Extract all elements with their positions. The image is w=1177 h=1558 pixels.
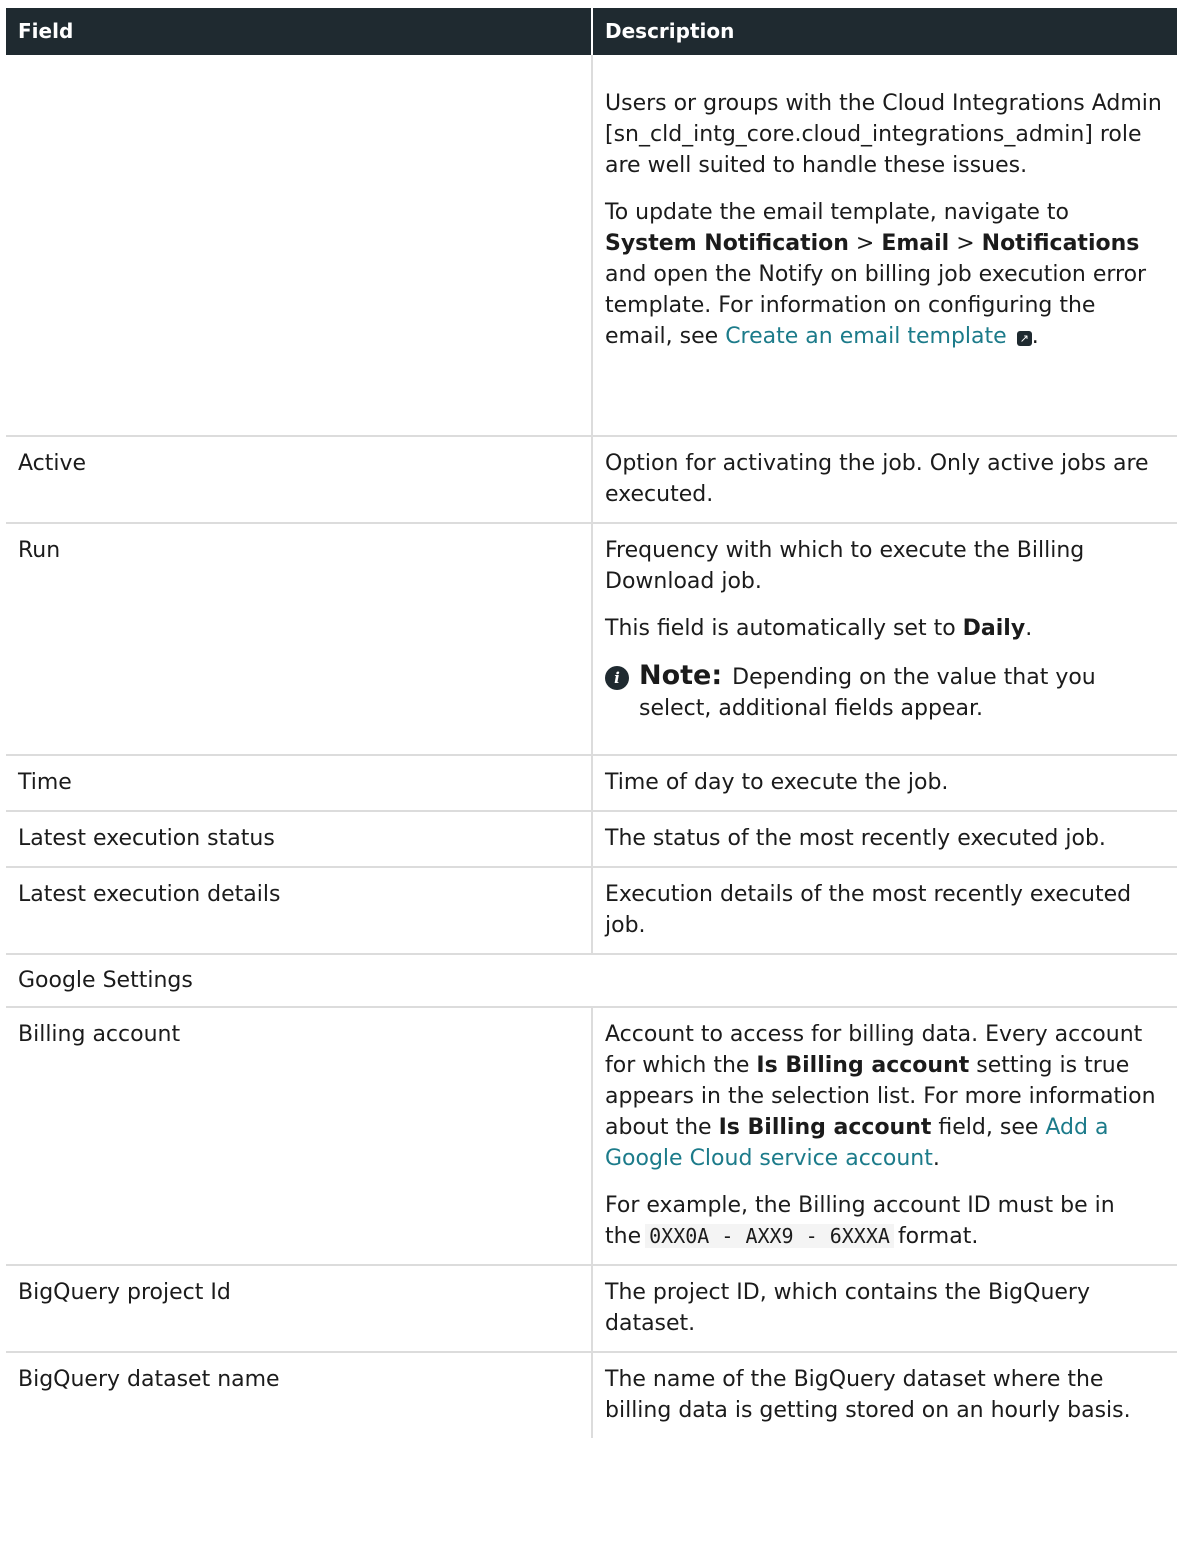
description-cell: Time of day to execute the job. [591, 756, 1177, 810]
field-cell: Time [6, 756, 591, 810]
setting-name: Is Billing account [718, 1115, 932, 1140]
description-text: The name of the BigQuery dataset where t… [605, 1367, 1131, 1423]
value-daily: Daily [962, 616, 1026, 641]
field-name: Run [18, 538, 61, 563]
field-cell: Latest execution details [6, 868, 591, 953]
path-separator: > [848, 231, 882, 256]
description-cell: Account to access for billing data. Ever… [591, 1008, 1177, 1264]
description-text: For example, the Billing account ID must… [605, 1190, 1165, 1252]
description-text: Time of day to execute the job. [605, 770, 949, 795]
field-name: Latest execution details [18, 882, 281, 907]
text-span: format. [897, 1224, 979, 1249]
description-text: This field is automatically set to Daily… [605, 613, 1165, 644]
description-cell: Users or groups with the Cloud Integrati… [591, 55, 1177, 435]
description-text: The status of the most recently executed… [605, 826, 1106, 851]
text-span: . [932, 1146, 940, 1171]
field-cell: BigQuery dataset name [6, 1353, 591, 1438]
header-field: Field [18, 19, 74, 43]
description-cell: Option for activating the job. Only acti… [591, 437, 1177, 522]
fields-table: Field Description Users or groups with t… [6, 8, 1177, 1438]
section-label: Google Settings [18, 968, 193, 993]
table-header: Field Description [6, 8, 1177, 55]
setting-name: Is Billing account [756, 1053, 970, 1078]
table-row: Users or groups with the Cloud Integrati… [6, 55, 1177, 437]
billing-id-format-code: 0XX0A - AXX9 - 6XXXA [645, 1224, 894, 1248]
header-description: Description [591, 8, 1177, 55]
field-name: BigQuery dataset name [18, 1367, 280, 1392]
table-row: Active Option for activating the job. On… [6, 437, 1177, 524]
description-cell: The name of the BigQuery dataset where t… [591, 1353, 1177, 1438]
text-span: . [1025, 616, 1033, 641]
description-text: Account to access for billing data. Ever… [605, 1019, 1165, 1174]
table-row: BigQuery project Id The project ID, whic… [6, 1266, 1177, 1353]
description-cell: Frequency with which to execute the Bill… [591, 524, 1177, 754]
field-cell [6, 55, 591, 435]
table-row: Billing account Account to access for bi… [6, 1008, 1177, 1266]
table-row: Run Frequency with which to execute the … [6, 524, 1177, 756]
field-cell: Run [6, 524, 591, 754]
field-name: Time [18, 770, 72, 795]
note-label: Note: [639, 660, 723, 691]
admin-role-text: Users or groups with the Cloud Integrati… [605, 91, 1162, 178]
field-name: Active [18, 451, 87, 476]
description-text: The project ID, which contains the BigQu… [605, 1280, 1090, 1336]
table-row: Latest execution details Execution detai… [6, 868, 1177, 955]
email-template-text: To update the email template, navigate t… [605, 197, 1165, 352]
table-row: Time Time of day to execute the job. [6, 756, 1177, 812]
note-callout: i Note: Depending on the value that you s… [605, 660, 1165, 724]
description-cell: The status of the most recently executed… [591, 812, 1177, 866]
menu-path-system-notification: System Notification [605, 231, 849, 256]
field-name: BigQuery project Id [18, 1280, 231, 1305]
text-span: field, see [931, 1115, 1046, 1140]
description-cell: Execution details of the most recently e… [591, 868, 1177, 953]
note-body: Note: Depending on the value that you sel… [639, 660, 1165, 724]
field-cell: BigQuery project Id [6, 1266, 591, 1351]
field-name: Latest execution status [18, 826, 275, 851]
table-row: Google Settings [6, 955, 1177, 1008]
table-row: Latest execution status The status of th… [6, 812, 1177, 868]
menu-path-email: Email [881, 231, 950, 256]
field-cell: Active [6, 437, 591, 522]
description-cell: The project ID, which contains the BigQu… [591, 1266, 1177, 1351]
text-span: This field is automatically set to [605, 616, 963, 641]
description-text: Option for activating the job. Only acti… [605, 451, 1149, 507]
path-separator: > [949, 231, 982, 256]
field-name: Billing account [18, 1022, 181, 1047]
description-text: Execution details of the most recently e… [605, 882, 1132, 938]
text-span: . [1031, 324, 1039, 349]
menu-path-notifications: Notifications [981, 231, 1140, 256]
table-row: BigQuery dataset name The name of the Bi… [6, 1353, 1177, 1438]
text-span: To update the email template, navigate t… [605, 200, 1069, 225]
field-cell: Billing account [6, 1008, 591, 1264]
external-link-icon: ↗ [1016, 331, 1032, 346]
info-icon: i [605, 666, 629, 690]
create-email-template-link[interactable]: Create an email template [725, 324, 1007, 349]
description-text: Frequency with which to execute the Bill… [605, 538, 1085, 594]
field-cell: Latest execution status [6, 812, 591, 866]
